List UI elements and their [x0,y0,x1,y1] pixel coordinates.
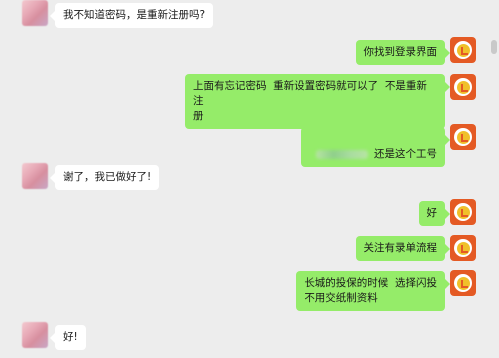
agent-avatar[interactable] [450,74,476,100]
agent-avatar[interactable] [450,199,476,225]
agent-avatar[interactable] [450,270,476,296]
orange-logo-icon [454,128,472,146]
agent-avatar[interactable] [450,235,476,261]
user-avatar[interactable] [22,322,48,348]
message-bubble-right: 上面有忘记密码 重新设置密码就可以了 不是重新注 册 [185,74,450,129]
agent-avatar[interactable] [450,124,476,150]
scrollbar[interactable] [491,40,497,54]
orange-logo-icon [454,239,472,257]
user-avatar[interactable] [22,0,48,26]
message-bubble-left: 好! [50,325,86,350]
user-avatar[interactable] [22,163,48,189]
orange-logo-icon [454,78,472,96]
message-bubble-right: 你找到登录界面 [355,40,450,65]
message-bubble-right: 长城的投保的时候 选择闪投 不用交纸制资料 [296,271,450,311]
orange-logo-icon [454,41,472,59]
orange-logo-icon [454,274,472,292]
redacted-id [316,149,368,159]
message-bubble-right: 关注有录单流程 [355,236,450,261]
message-bubble-right: 好 [418,201,450,226]
message-text: 还是这个工号 [374,148,437,160]
message-bubble-left: 我不知道密码，是重新注册吗? [49,3,214,28]
message-bubble-right: 还是这个工号 [301,127,450,167]
message-bubble-left: 谢了，我已做好了! [49,165,160,190]
orange-logo-icon [454,203,472,221]
agent-avatar[interactable] [450,37,476,63]
